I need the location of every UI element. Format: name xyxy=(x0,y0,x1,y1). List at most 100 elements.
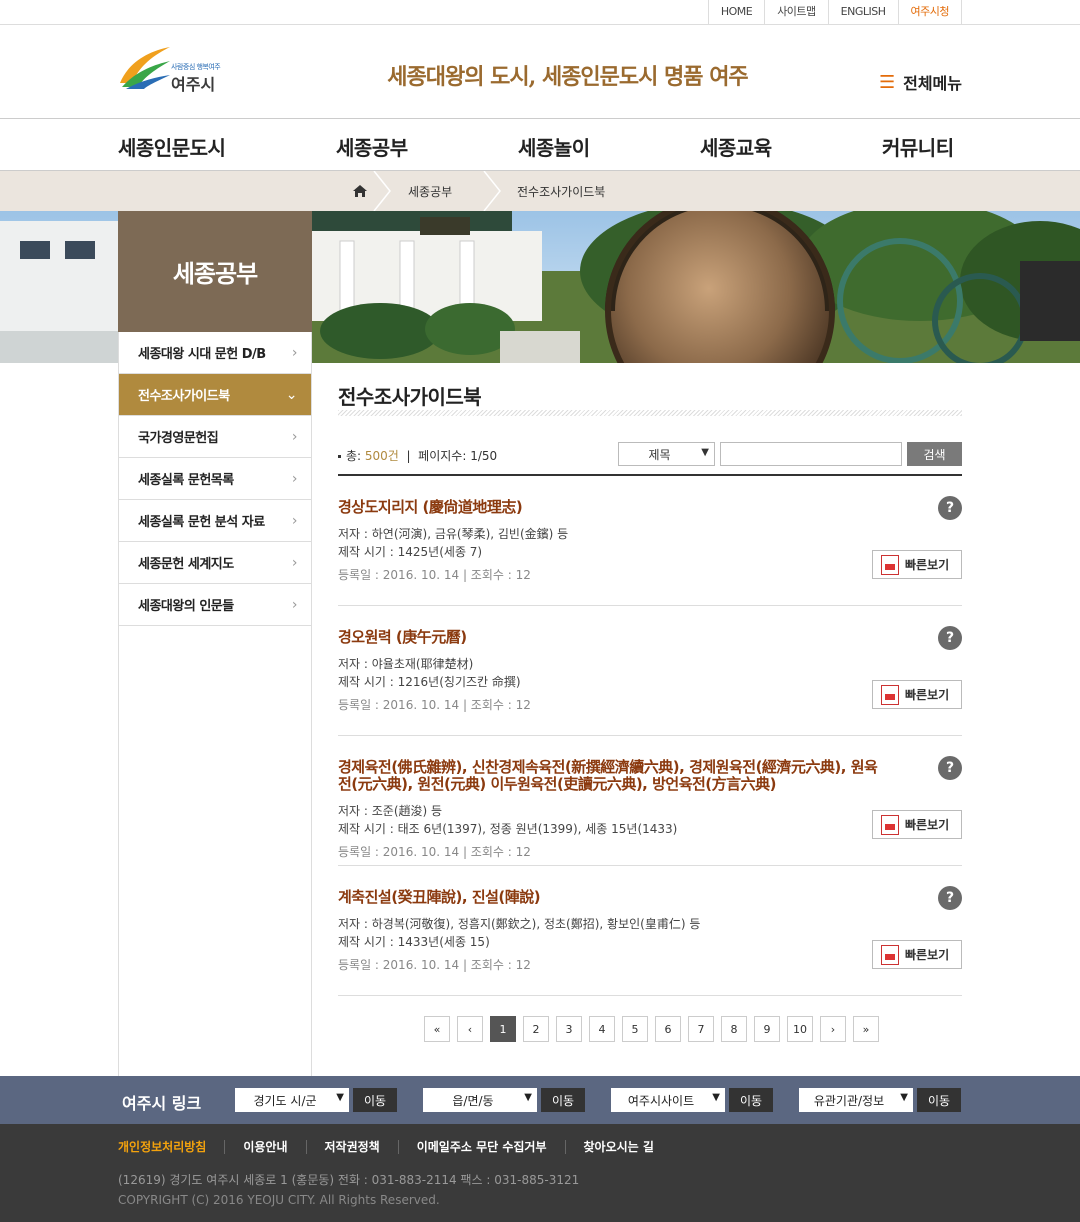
sidebar-item-national-docs[interactable]: 국가경영문헌집 › xyxy=(119,416,311,458)
quick-view-button[interactable]: 빠른보기 xyxy=(872,940,962,969)
chevron-right-icon: › xyxy=(291,344,298,361)
next-page-button[interactable]: › xyxy=(820,1016,846,1042)
total-count: 500건 xyxy=(364,449,399,463)
sidebar-item-sejong-db[interactable]: 세종대왕 시대 문헌 D/B › xyxy=(119,332,311,374)
cityhall-link[interactable]: 여주시청 xyxy=(899,0,962,25)
sidebar-item-sillok-list[interactable]: 세종실록 문헌목록 › xyxy=(119,458,311,500)
help-icon[interactable]: ? xyxy=(938,496,962,520)
pdf-icon xyxy=(881,554,899,575)
bullet-icon xyxy=(338,455,341,458)
chevron-down-icon: ▼ xyxy=(900,1092,908,1103)
link-select-value: 유관기관/정보 xyxy=(813,1093,885,1108)
gnb-item-sejong-education[interactable]: 세종교육 xyxy=(700,132,772,161)
page-button[interactable]: 9 xyxy=(754,1016,780,1042)
chevron-right-icon: › xyxy=(291,512,298,529)
link-go-button[interactable]: 이동 xyxy=(729,1088,773,1112)
title-divider xyxy=(338,410,962,416)
first-page-button[interactable]: « xyxy=(424,1016,450,1042)
page-button[interactable]: 2 xyxy=(523,1016,549,1042)
chevron-down-icon: ▼ xyxy=(701,447,709,458)
gnb-item-sejong-study[interactable]: 세종공부 xyxy=(336,132,408,161)
english-link[interactable]: ENGLISH xyxy=(829,0,899,25)
full-menu-label: 전체메뉴 xyxy=(903,74,962,93)
entry-title[interactable]: 경상도지리지 (慶尙道地理志) xyxy=(338,499,878,516)
link-go-button[interactable]: 이동 xyxy=(541,1088,585,1112)
pdf-icon xyxy=(881,814,899,835)
link-select-province[interactable]: 경기도 시/군 ▼ xyxy=(235,1088,349,1112)
breadcrumb-separator-icon xyxy=(373,171,391,211)
sidebar-title-box: 세종공부 xyxy=(118,211,312,332)
chevron-right-icon: › xyxy=(291,470,298,487)
footer-link-copyright[interactable]: 저작권정책 xyxy=(325,1140,399,1154)
sidebar-item-guidebook[interactable]: 전수조사가이드북 ⌄ xyxy=(119,374,311,416)
prev-page-button[interactable]: ‹ xyxy=(457,1016,483,1042)
chevron-down-icon: ▼ xyxy=(712,1092,720,1103)
quick-view-button[interactable]: 빠른보기 xyxy=(872,680,962,709)
hamburger-icon: ☰ xyxy=(878,71,896,93)
search-input[interactable] xyxy=(720,442,902,466)
list-item: 경오원력 (庚午元曆) ? 저자 : 야율초재(耶律楚材) 제작 시기 : 12… xyxy=(338,606,962,736)
help-icon[interactable]: ? xyxy=(938,886,962,910)
page-button[interactable]: 6 xyxy=(655,1016,681,1042)
gnb-item-sejong-city[interactable]: 세종인문도시 xyxy=(118,132,226,161)
breadcrumb-level2[interactable]: 전수조사가이드북 xyxy=(517,183,605,200)
link-select-value: 읍/면/동 xyxy=(452,1093,494,1108)
link-go-button[interactable]: 이동 xyxy=(917,1088,961,1112)
chevron-down-icon: ⌄ xyxy=(285,386,298,403)
page-button[interactable]: 7 xyxy=(688,1016,714,1042)
quick-view-button[interactable]: 빠른보기 xyxy=(872,810,962,839)
link-select-yeoju-sites[interactable]: 여주시사이트 ▼ xyxy=(611,1088,725,1112)
gnb-item-community[interactable]: 커뮤니티 xyxy=(882,132,954,161)
main-navigation: 세종인문도시 세종공부 세종놀이 세종교육 커뮤니티 xyxy=(0,120,1080,171)
page-button[interactable]: 10 xyxy=(787,1016,813,1042)
link-group: 여주시사이트 ▼ 이동 xyxy=(611,1088,773,1112)
link-go-button[interactable]: 이동 xyxy=(353,1088,397,1112)
help-icon[interactable]: ? xyxy=(938,626,962,650)
home-icon[interactable] xyxy=(352,183,368,199)
help-icon[interactable]: ? xyxy=(938,756,962,780)
entry-title[interactable]: 경제육전(佛氏雜辨), 신찬경제속육전(新撰經濟續六典), 경제원육전(經濟元六… xyxy=(338,759,878,793)
entry-author: 저자 : 하경복(河敬復), 정흠지(鄭欽之), 정초(鄭招), 황보인(皇甫仁… xyxy=(338,917,701,931)
sidebar-item-world-map[interactable]: 세종문헌 세계지도 › xyxy=(119,542,311,584)
entry-author: 저자 : 야율초재(耶律楚材) xyxy=(338,657,474,671)
chevron-down-icon: ▼ xyxy=(336,1092,344,1103)
sidebar-item-label: 세종대왕의 인문들 xyxy=(138,599,234,614)
search-field-select[interactable]: 제목 ▼ xyxy=(618,442,715,466)
page-button[interactable]: 1 xyxy=(490,1016,516,1042)
home-link[interactable]: HOME xyxy=(709,0,766,25)
footer-copyright: COPYRIGHT (C) 2016 YEOJU CITY. All Right… xyxy=(118,1193,440,1207)
sidebar-item-humanists[interactable]: 세종대왕의 인문들 › xyxy=(119,584,311,626)
footer: 개인정보처리방침 이용안내 저작권정책 이메일주소 무단 수집거부 찾아오시는 … xyxy=(0,1124,1080,1222)
link-select-agencies[interactable]: 유관기관/정보 ▼ xyxy=(799,1088,913,1112)
sidebar-item-sillok-analysis[interactable]: 세종실록 문헌 분석 자료 › xyxy=(119,500,311,542)
page-button[interactable]: 8 xyxy=(721,1016,747,1042)
pdf-icon xyxy=(881,684,899,705)
footer-link-email-policy[interactable]: 이메일주소 무단 수집거부 xyxy=(417,1140,566,1154)
entry-title[interactable]: 경오원력 (庚午元曆) xyxy=(338,629,878,646)
search-button[interactable]: 검색 xyxy=(907,442,962,466)
quick-view-button[interactable]: 빠른보기 xyxy=(872,550,962,579)
breadcrumb-level1[interactable]: 세종공부 xyxy=(408,183,452,200)
footer-link-directions[interactable]: 찾아오시는 길 xyxy=(584,1140,672,1154)
footer-link-privacy[interactable]: 개인정보처리방침 xyxy=(118,1140,226,1154)
full-menu-button[interactable]: ☰ 전체메뉴 xyxy=(879,70,962,94)
gnb-item-sejong-play[interactable]: 세종놀이 xyxy=(518,132,590,161)
chevron-down-icon: ▼ xyxy=(524,1092,532,1103)
quick-view-label: 빠른보기 xyxy=(905,688,950,702)
footer-link-guide[interactable]: 이용안내 xyxy=(243,1140,307,1154)
link-select-value: 여주시사이트 xyxy=(627,1093,695,1108)
sidebar-item-label: 세종문헌 세계지도 xyxy=(138,557,234,572)
last-page-button[interactable]: » xyxy=(853,1016,879,1042)
entry-title[interactable]: 계축진설(癸丑陣說), 진설(陣說) xyxy=(338,889,878,906)
page-button[interactable]: 3 xyxy=(556,1016,582,1042)
utility-links: HOME 사이트맵 ENGLISH 여주시청 xyxy=(707,0,962,25)
page-button[interactable]: 5 xyxy=(622,1016,648,1042)
sidebar-item-label: 세종실록 문헌 분석 자료 xyxy=(138,515,265,530)
link-select-value: 경기도 시/군 xyxy=(253,1093,317,1108)
sitemap-link[interactable]: 사이트맵 xyxy=(765,0,829,25)
entry-period: 제작 시기 : 1433년(세종 15) xyxy=(338,935,490,949)
link-select-district[interactable]: 읍/면/동 ▼ xyxy=(423,1088,537,1112)
search-field-value: 제목 xyxy=(648,447,671,462)
entry-author: 저자 : 조준(趙浚) 등 xyxy=(338,804,443,818)
page-button[interactable]: 4 xyxy=(589,1016,615,1042)
